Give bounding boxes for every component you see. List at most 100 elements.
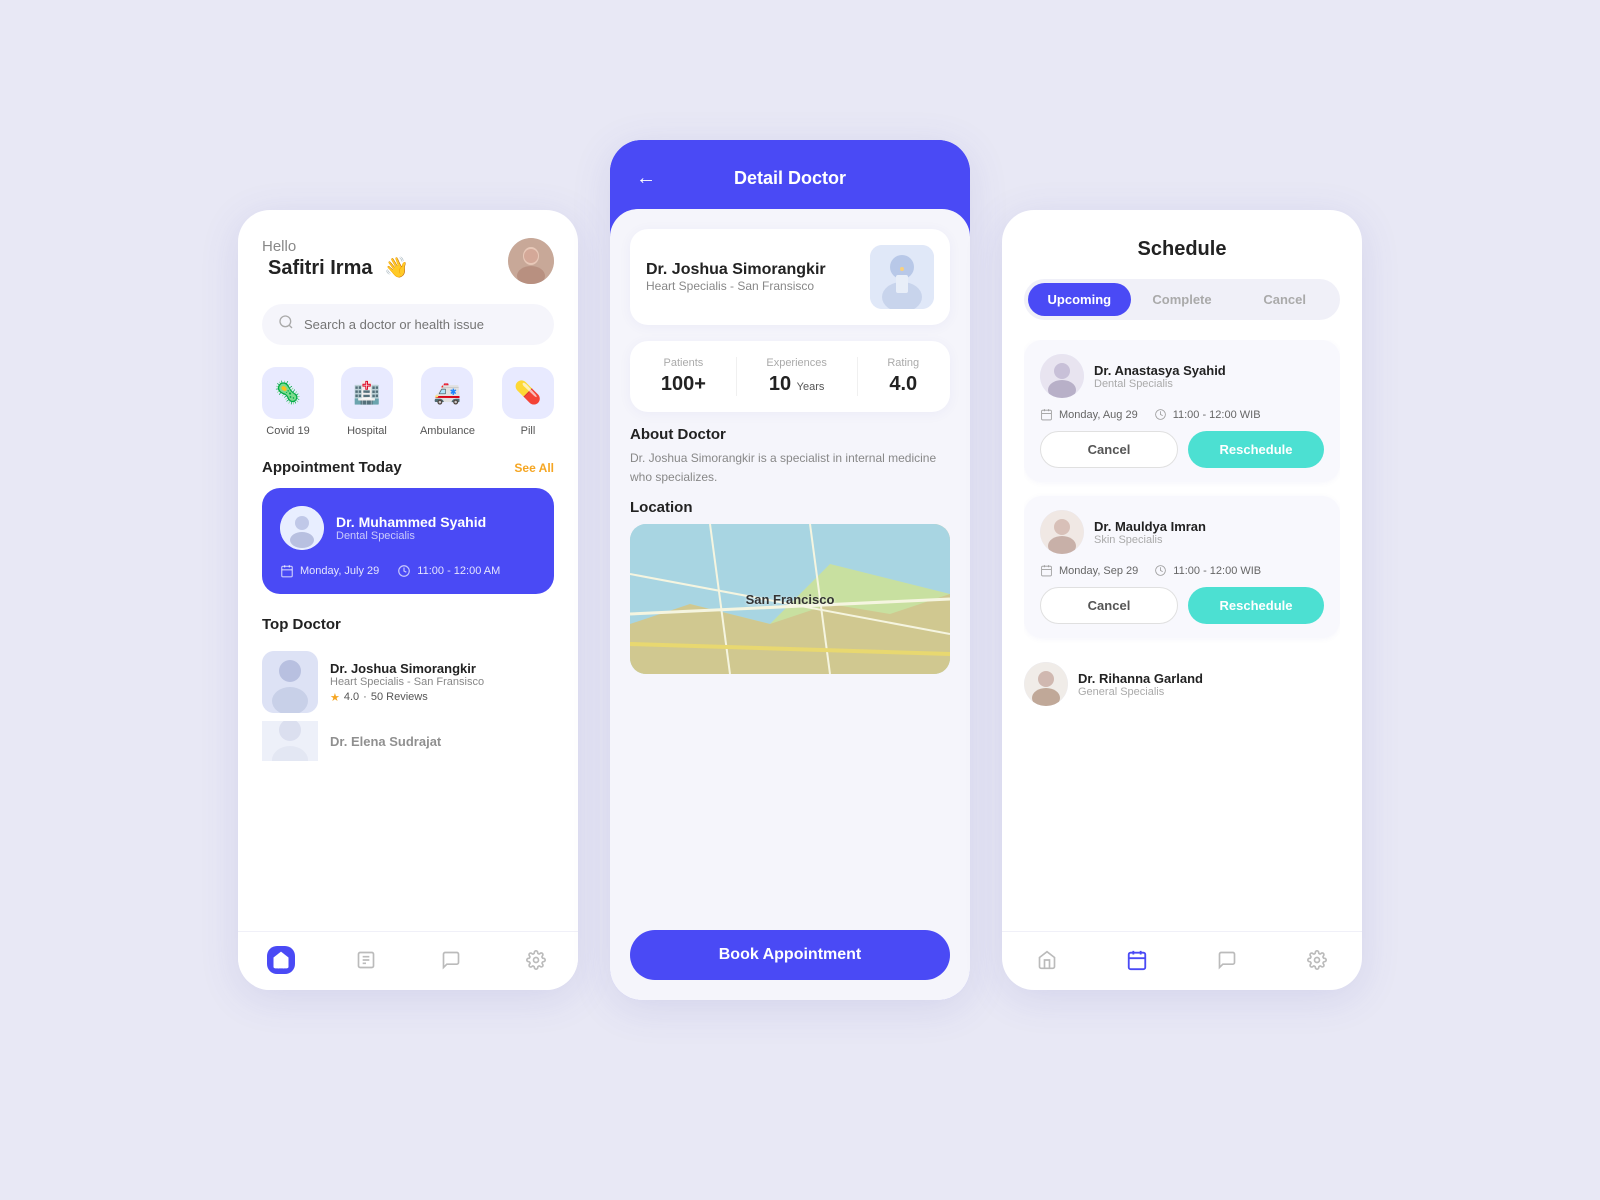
appt-time: 11:00 - 12:00 AM	[397, 564, 500, 578]
covid-label: Covid 19	[266, 425, 309, 437]
schedule-title: Schedule	[1024, 238, 1340, 261]
pill-label: Pill	[521, 425, 536, 437]
category-ambulance[interactable]: 🚑 Ambulance	[420, 367, 475, 437]
greeting-section: Hello Safitri Irma 👋	[262, 238, 554, 284]
doctor-profile-spec: Heart Specialis - San Fransisco	[646, 279, 826, 293]
doctor-rating: ★ 4.0 · 50 Reviews	[330, 691, 484, 704]
reschedule-button[interactable]: Reschedule	[1188, 431, 1324, 468]
nav-settings-icon[interactable]	[522, 946, 550, 974]
list-item[interactable]: Dr. Joshua Simorangkir Heart Specialis -…	[262, 643, 554, 721]
stat-divider	[736, 357, 737, 396]
schedule-item: Dr. Mauldya Imran Skin Specialis Monday,…	[1024, 496, 1340, 638]
extra-doctor-name: Dr. Rihanna Garland	[1078, 671, 1203, 686]
sched-doc-row: Dr. Anastasya Syahid Dental Specialis	[1040, 354, 1324, 398]
sched-avatar	[1040, 354, 1084, 398]
sched-actions: Cancel Reschedule	[1040, 431, 1324, 468]
sched-date: Monday, Sep 29	[1040, 564, 1138, 577]
top-doctor-section: Top Doctor Dr. Joshua Simorangkir Heart …	[262, 616, 554, 761]
doctor-thumbnail	[262, 721, 318, 761]
appointment-card[interactable]: Dr. Muhammed Syahid Dental Specialis Mon…	[262, 488, 554, 594]
nav-chat-icon[interactable]	[437, 946, 465, 974]
search-icon	[278, 314, 294, 335]
search-input[interactable]	[304, 317, 538, 332]
sched-doctor-spec: Skin Specialis	[1094, 534, 1206, 546]
doctor-spec: Heart Specialis - San Fransisco	[330, 676, 484, 688]
user-name: Safitri Irma 👋	[262, 255, 409, 280]
sched-actions: Cancel Reschedule	[1040, 587, 1324, 624]
tab-cancel[interactable]: Cancel	[1233, 283, 1336, 316]
home-screen: Hello Safitri Irma 👋	[238, 210, 578, 990]
hospital-label: Hospital	[347, 425, 387, 437]
bottom-nav	[1002, 931, 1362, 990]
book-appointment-wrap: Book Appointment	[610, 914, 970, 1000]
sched-time-row: Monday, Aug 29 11:00 - 12:00 WIB	[1040, 408, 1324, 421]
nav-home-icon[interactable]	[1033, 946, 1061, 974]
rating-label: Rating	[887, 357, 919, 369]
schedule-tabs: Upcoming Complete Cancel	[1024, 279, 1340, 320]
detail-header: ← Detail Doctor	[610, 140, 970, 209]
nav-chat-icon[interactable]	[1213, 946, 1241, 974]
schedule-item-partial: Dr. Rihanna Garland General Specialis	[1024, 652, 1340, 712]
doctor-name: Dr. Elena Sudrajat	[330, 734, 441, 749]
tab-upcoming[interactable]: Upcoming	[1028, 283, 1131, 316]
schedule-list: Dr. Anastasya Syahid Dental Specialis Mo…	[1024, 340, 1340, 931]
detail-doctor-screen: ← Detail Doctor Dr. Joshua Simorangkir H…	[610, 140, 970, 1000]
patients-value: 100+	[661, 373, 706, 396]
list-item[interactable]: Dr. Elena Sudrajat	[262, 721, 554, 761]
cancel-button[interactable]: Cancel	[1040, 431, 1178, 468]
doctor-photo	[870, 245, 934, 309]
star-icon: ★	[330, 691, 340, 704]
ambulance-label: Ambulance	[420, 425, 475, 437]
patients-stat: Patients 100+	[661, 357, 706, 396]
nav-settings-icon[interactable]	[1303, 946, 1331, 974]
ambulance-icon: 🚑	[421, 367, 473, 419]
sched-time: 11:00 - 12:00 WIB	[1154, 408, 1261, 421]
location-section: Location San Francisco	[630, 499, 950, 674]
avatar	[508, 238, 554, 284]
back-button[interactable]: ←	[630, 163, 662, 195]
category-row: 🦠 Covid 19 🏥 Hospital 🚑 Ambulance 💊 Pill	[262, 367, 554, 437]
appt-doctor-name: Dr. Muhammed Syahid	[336, 514, 486, 530]
sched-doctor-name: Dr. Mauldya Imran	[1094, 519, 1206, 534]
tab-complete[interactable]: Complete	[1131, 283, 1234, 316]
hello-text: Hello	[262, 238, 409, 255]
map-city-label: San Francisco	[746, 592, 835, 607]
patients-label: Patients	[661, 357, 706, 369]
category-hospital[interactable]: 🏥 Hospital	[341, 367, 393, 437]
about-title: About Doctor	[630, 426, 950, 443]
category-pill[interactable]: 💊 Pill	[502, 367, 554, 437]
experience-label: Experiences	[766, 357, 827, 369]
bottom-nav	[238, 931, 578, 990]
schedule-item: Dr. Anastasya Syahid Dental Specialis Mo…	[1024, 340, 1340, 482]
reschedule-button[interactable]: Reschedule	[1188, 587, 1324, 624]
book-appointment-button[interactable]: Book Appointment	[630, 930, 950, 980]
doctor-name: Dr. Joshua Simorangkir	[330, 661, 484, 676]
covid-icon: 🦠	[262, 367, 314, 419]
sched-time: 11:00 - 12:00 WIB	[1154, 564, 1261, 577]
detail-body: Dr. Joshua Simorangkir Heart Specialis -…	[610, 209, 970, 1000]
appointment-today-title: Appointment Today	[262, 459, 402, 476]
appointment-header: Appointment Today See All	[262, 459, 554, 476]
sched-avatar	[1024, 662, 1068, 706]
appointment-doctor-avatar	[280, 506, 324, 550]
nav-calendar-icon[interactable]	[1123, 946, 1151, 974]
about-text: Dr. Joshua Simorangkir is a specialist i…	[630, 449, 950, 487]
rating-value: 4.0	[887, 373, 919, 396]
category-covid[interactable]: 🦠 Covid 19	[262, 367, 314, 437]
nav-home-icon[interactable]	[267, 946, 295, 974]
schedule-screen: Schedule Upcoming Complete Cancel	[1002, 210, 1362, 990]
about-section: About Doctor Dr. Joshua Simorangkir is a…	[630, 426, 950, 487]
see-all-link[interactable]: See All	[514, 461, 554, 475]
doctor-profile-name: Dr. Joshua Simorangkir	[646, 261, 826, 279]
top-doctor-title: Top Doctor	[262, 616, 554, 633]
cancel-button[interactable]: Cancel	[1040, 587, 1178, 624]
hospital-icon: 🏥	[341, 367, 393, 419]
map-placeholder: San Francisco	[630, 524, 950, 674]
sched-avatar	[1040, 510, 1084, 554]
appt-date: Monday, July 29	[280, 564, 379, 578]
experience-stat: Experiences 10 Years	[766, 357, 827, 396]
detail-title: Detail Doctor	[734, 168, 846, 189]
sched-doctor-spec: Dental Specialis	[1094, 378, 1226, 390]
nav-list-icon[interactable]	[352, 946, 380, 974]
search-bar[interactable]	[262, 304, 554, 345]
